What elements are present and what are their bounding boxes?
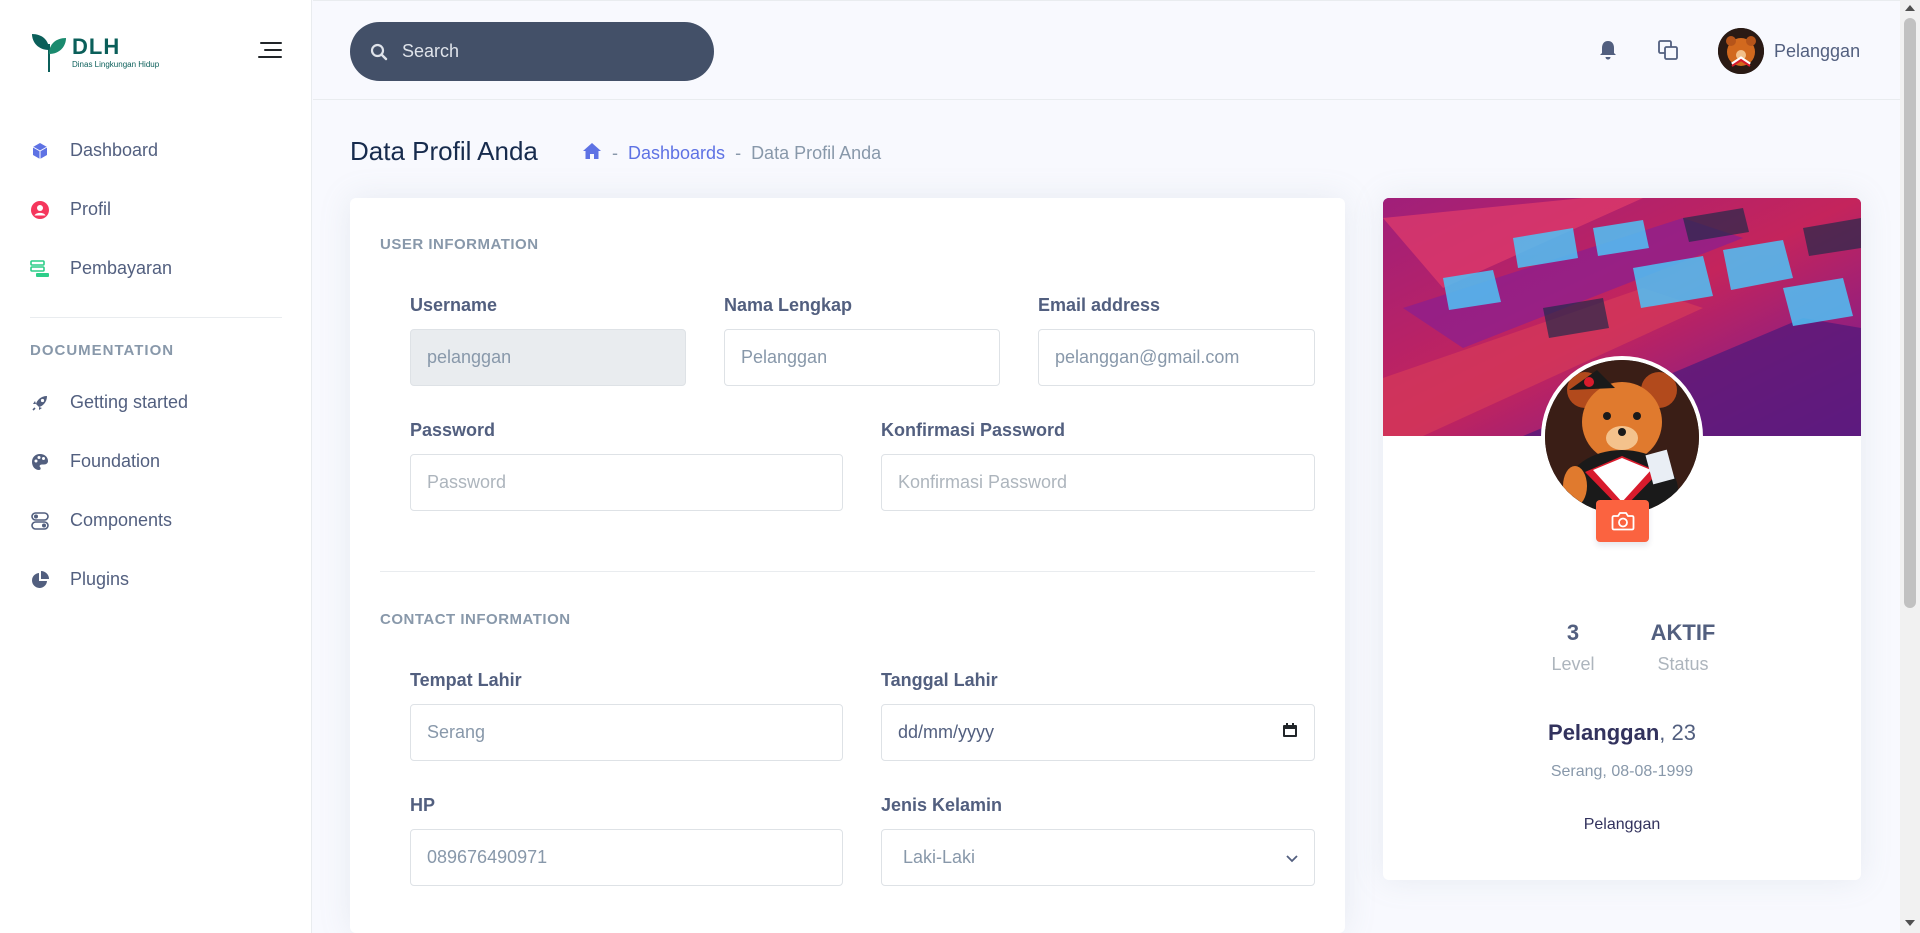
rocket-icon [30,393,50,413]
scroll-thumb[interactable] [1904,18,1916,608]
contact-information-heading: CONTACT INFORMATION [380,611,571,628]
sidebar-item-plugins[interactable]: Plugins [0,550,312,609]
sidebar-item-label: Plugins [70,569,130,589]
sidebar-item-components[interactable]: Components [0,491,312,550]
konfirmasi-password-field[interactable] [881,454,1315,511]
email-field[interactable] [1038,329,1315,386]
cube-icon [30,141,50,161]
search-input[interactable] [402,41,692,62]
documentation-heading: DOCUMENTATION [30,342,175,359]
sidebar: DLH Dinas Lingkungan Hidup Dashboard Pro… [0,0,312,933]
breadcrumb-dashboards[interactable]: Dashboards [628,143,725,164]
profile-name-line: Pelanggan, 23 [1383,720,1861,746]
profile-form-card: USER INFORMATION Username Nama Lengkap E… [350,198,1345,933]
sidebar-item-label: Profil [70,199,112,219]
profile-age: , 23 [1659,720,1696,745]
sidebar-item-getting-started[interactable]: Getting started [0,373,312,432]
konfirmasi-password-label: Konfirmasi Password [881,420,1066,440]
jenis-kelamin-select[interactable]: Laki-Laki [881,829,1315,886]
password-input[interactable] [427,472,842,493]
username-label: Username [410,295,498,315]
sidebar-item-label: Foundation [70,451,161,471]
tempat-lahir-input[interactable] [427,722,842,743]
apps-icon[interactable] [1657,39,1679,61]
hp-field[interactable] [410,829,843,886]
sidebar-item-label: Getting started [70,392,189,412]
status-label: Status [1657,654,1709,674]
nama-lengkap-label: Nama Lengkap [724,295,853,315]
chevron-down-icon [1286,847,1298,868]
sidebar-item-profil[interactable]: Profil [0,180,312,239]
scroll-down-arrow[interactable] [1905,920,1915,926]
username-input[interactable] [427,347,685,368]
sidebar-item-label: Pembayaran [70,258,173,278]
tempat-lahir-label: Tempat Lahir [410,670,522,690]
username-field[interactable] [410,329,686,386]
jenis-kelamin-value: Laki-Laki [903,847,976,867]
sidebar-item-foundation[interactable]: Foundation [0,432,312,491]
profile-role: Pelanggan [1583,816,1661,833]
breadcrumb-current: Data Profil Anda [751,143,882,163]
profile-summary-card: 3 Level AKTIF Status Pelanggan, 23 Seran… [1383,198,1861,880]
hp-input[interactable] [427,847,842,868]
level-label: Level [1551,654,1595,674]
bell-icon[interactable] [1598,39,1620,61]
sidebar-toggle-icon[interactable] [258,42,282,60]
hp-label: HP [410,795,436,815]
page-scrollbar[interactable] [1900,0,1920,933]
page-title: Data Profil Anda [350,136,538,166]
password-label: Password [410,420,496,440]
docs-nav: Getting started Foundation Components Pl… [0,373,312,609]
level-stat: 3 Level [1533,620,1613,675]
scroll-up-arrow[interactable] [1905,5,1915,11]
status-value: AKTIF [1650,620,1716,645]
home-icon[interactable] [582,142,602,165]
main-nav: Dashboard Profil Pembayaran [0,121,312,298]
database-icon [30,259,50,279]
brand-subtitle: Dinas Lingkungan Hidup [72,59,160,69]
sidebar-item-pembayaran[interactable]: Pembayaran [0,239,312,298]
camera-icon [1611,512,1634,531]
topbar: Pelanggan [313,0,1900,100]
nama-lengkap-field[interactable] [724,329,1000,386]
form-divider [380,571,1315,572]
profile-photo [1541,356,1703,518]
email-input[interactable] [1055,347,1314,368]
sidebar-item-dashboard[interactable]: Dashboard [0,121,312,180]
tempat-lahir-field[interactable] [410,704,843,761]
password-field[interactable] [410,454,843,511]
user-name: Pelanggan [1774,40,1861,61]
profile-name: Pelanggan [1548,720,1660,745]
breadcrumb: - Dashboards - Data Profil Anda [582,142,881,165]
brand-logo[interactable]: DLH Dinas Lingkungan Hidup [30,30,159,74]
level-value: 3 [1566,620,1580,645]
calendar-icon[interactable] [1282,722,1298,743]
camera-button[interactable] [1596,500,1649,542]
avatar [1718,28,1764,74]
user-information-heading: USER INFORMATION [380,236,539,253]
components-icon [30,511,50,531]
sidebar-divider [30,317,282,318]
jenis-kelamin-label: Jenis Kelamin [881,795,1003,815]
palette-icon [30,452,50,472]
search-box[interactable] [350,22,714,81]
sidebar-item-label: Dashboard [70,140,159,160]
tanggal-lahir-label: Tanggal Lahir [881,670,998,690]
tanggal-lahir-placeholder: dd/mm/yyyy [898,722,995,742]
status-stat: AKTIF Status [1633,620,1733,675]
brand-title: DLH [72,33,121,59]
user-menu[interactable]: Pelanggan [1718,28,1860,74]
email-label: Email address [1038,295,1161,315]
pie-chart-icon [30,570,50,590]
leaf-logo-icon [32,34,66,73]
nama-lengkap-input[interactable] [741,347,999,368]
tanggal-lahir-field[interactable]: dd/mm/yyyy [881,704,1315,761]
konfirmasi-password-input[interactable] [898,472,1314,493]
search-icon [370,43,388,60]
user-circle-icon [30,200,50,220]
sidebar-item-label: Components [70,510,173,530]
profile-birth: Serang, 08-08-1999 [1550,763,1694,780]
